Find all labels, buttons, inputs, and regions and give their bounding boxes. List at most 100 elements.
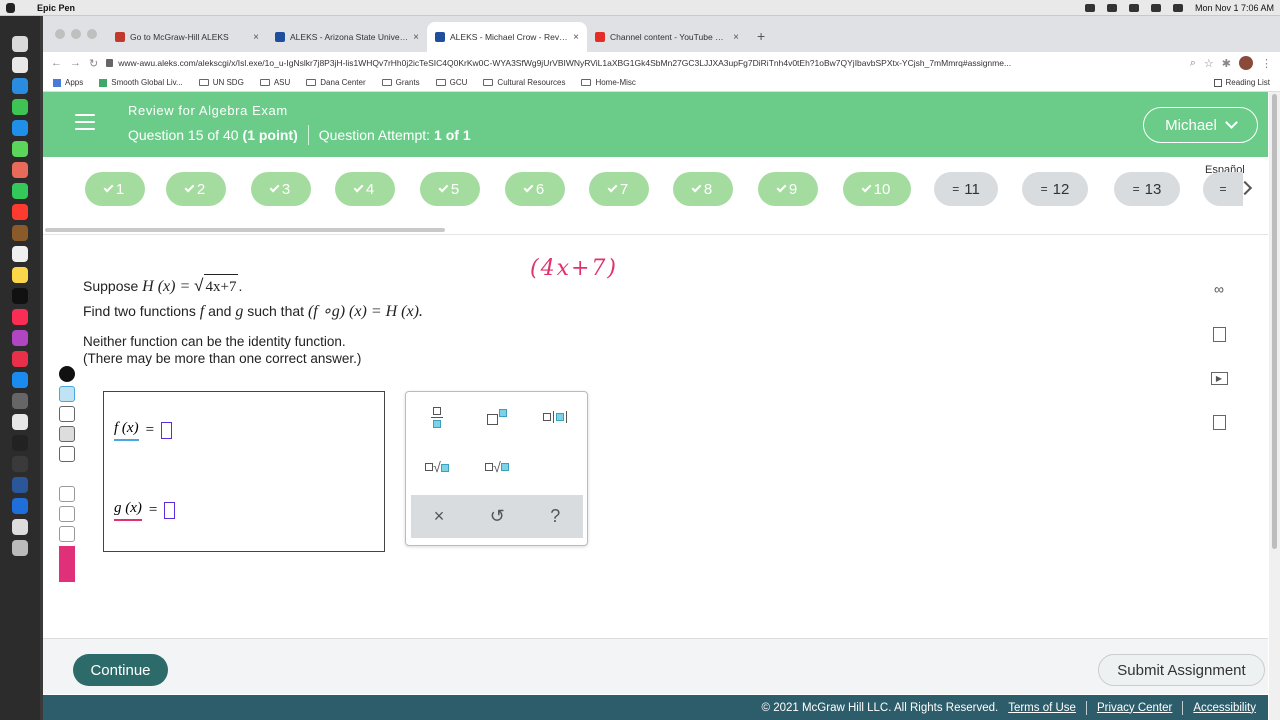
dock-app-icon[interactable] bbox=[12, 519, 28, 535]
question-pill-6[interactable]: 6 bbox=[505, 172, 565, 206]
undo-button[interactable]: ↺ bbox=[490, 506, 505, 527]
accessibility-link[interactable]: Accessibility bbox=[1193, 702, 1256, 714]
browser-tab[interactable]: Go to McGraw-Hill ALEKS × bbox=[107, 22, 267, 52]
scrollbar-thumb[interactable] bbox=[1272, 94, 1277, 549]
nth-root-button[interactable]: √ bbox=[479, 452, 515, 482]
tab-close-icon[interactable]: × bbox=[573, 32, 579, 43]
terms-link[interactable]: Terms of Use bbox=[1008, 702, 1076, 714]
dock-app-icon[interactable] bbox=[12, 162, 28, 178]
dock-app-icon[interactable] bbox=[12, 351, 28, 367]
bookmark-folder[interactable]: Grants bbox=[381, 78, 420, 87]
submit-assignment-button[interactable]: Submit Assignment bbox=[1098, 654, 1265, 686]
new-tab-button[interactable]: + bbox=[747, 28, 775, 52]
undo-icon[interactable] bbox=[59, 486, 75, 502]
dock-app-icon[interactable] bbox=[12, 372, 28, 388]
exponent-button[interactable] bbox=[479, 402, 515, 432]
close-window-button[interactable] bbox=[55, 29, 65, 39]
ebook-icon[interactable] bbox=[1212, 415, 1226, 430]
lock-icon[interactable] bbox=[106, 59, 114, 67]
bookmark-folder[interactable]: Home-Misc bbox=[581, 78, 636, 87]
dock-app-icon[interactable] bbox=[12, 267, 28, 283]
question-pill-1[interactable]: 1 bbox=[85, 172, 145, 206]
bookmark-folder[interactable]: GCU bbox=[435, 78, 467, 87]
browser-menu-icon[interactable]: ⋮ bbox=[1261, 57, 1272, 70]
dock-app-icon[interactable] bbox=[12, 288, 28, 304]
question-pill-4[interactable]: 4 bbox=[335, 172, 395, 206]
dock-app-icon[interactable] bbox=[12, 498, 28, 514]
f-answer-input[interactable] bbox=[161, 422, 173, 439]
browser-tab-active[interactable]: ALEKS - Michael Crow - Review × bbox=[427, 22, 587, 52]
dock-app-icon[interactable] bbox=[12, 141, 28, 157]
glasses-icon[interactable]: ∞ bbox=[1210, 281, 1228, 297]
browser-tab[interactable]: ALEKS - Arizona State University × bbox=[267, 22, 427, 52]
dock-app-icon[interactable] bbox=[12, 414, 28, 430]
question-pill-2[interactable]: 2 bbox=[166, 172, 226, 206]
bookmark-item[interactable]: Smooth Global Liv... bbox=[99, 78, 183, 87]
tab-close-icon[interactable]: × bbox=[413, 32, 419, 43]
bookmark-folder[interactable]: UN SDG bbox=[198, 78, 244, 87]
battery-icon[interactable] bbox=[1150, 3, 1161, 12]
back-icon[interactable]: ← bbox=[51, 57, 62, 69]
question-pill-3[interactable]: 3 bbox=[251, 172, 311, 206]
apple-icon[interactable] bbox=[6, 2, 15, 13]
dock-app-icon[interactable] bbox=[12, 393, 28, 409]
horizontal-scrollbar[interactable] bbox=[45, 228, 445, 232]
continue-button[interactable]: Continue bbox=[73, 654, 168, 686]
reading-list[interactable]: Reading List bbox=[1213, 78, 1270, 87]
g-answer-input[interactable] bbox=[164, 502, 176, 519]
pen-logo-icon[interactable] bbox=[59, 366, 75, 382]
help-button[interactable]: ? bbox=[550, 506, 560, 527]
bookmark-star-icon[interactable]: ☆ bbox=[1204, 57, 1214, 70]
profile-avatar[interactable] bbox=[1239, 56, 1253, 70]
user-menu-button[interactable]: Michael bbox=[1143, 107, 1258, 143]
color-swatch[interactable] bbox=[59, 546, 75, 582]
forward-icon[interactable]: → bbox=[70, 57, 81, 69]
status-icon[interactable] bbox=[1084, 3, 1095, 12]
tab-close-icon[interactable]: × bbox=[253, 32, 259, 43]
maximize-window-button[interactable] bbox=[87, 29, 97, 39]
trash-icon[interactable] bbox=[12, 540, 28, 556]
dock-app-icon[interactable] bbox=[12, 435, 28, 451]
bookmark-apps[interactable]: Apps bbox=[53, 78, 83, 87]
dock-app-icon[interactable] bbox=[12, 183, 28, 199]
question-pill-10[interactable]: 10 bbox=[843, 172, 911, 206]
clipboard-icon[interactable] bbox=[59, 526, 75, 542]
dock-app-icon[interactable] bbox=[12, 477, 28, 493]
dock-app-icon[interactable] bbox=[12, 309, 28, 325]
vertical-scrollbar[interactable] bbox=[1269, 92, 1280, 720]
menubar-clock[interactable]: Mon Nov 1 7:06 AM bbox=[1195, 3, 1274, 13]
url-field[interactable]: www-awu.aleks.com/alekscgi/x/Isl.exe/1o_… bbox=[106, 54, 1182, 72]
pen-icon[interactable] bbox=[59, 426, 75, 442]
bookmark-folder[interactable]: ASU bbox=[259, 78, 290, 87]
question-pill-9[interactable]: 9 bbox=[758, 172, 818, 206]
question-pill-7[interactable]: 7 bbox=[589, 172, 649, 206]
active-app-name[interactable]: Epic Pen bbox=[37, 3, 75, 13]
dock-app-icon[interactable] bbox=[12, 330, 28, 346]
tab-close-icon[interactable]: × bbox=[733, 32, 739, 43]
cursor-icon[interactable] bbox=[59, 406, 75, 422]
eye-icon[interactable] bbox=[59, 386, 75, 402]
trash-icon[interactable] bbox=[59, 506, 75, 522]
question-pill-partial[interactable]: = bbox=[1203, 172, 1243, 206]
bookmark-folder[interactable]: Cultural Resources bbox=[483, 78, 565, 87]
hamburger-menu-icon[interactable] bbox=[75, 114, 95, 130]
highlighter-icon[interactable] bbox=[59, 446, 75, 462]
dock-app-icon[interactable] bbox=[12, 99, 28, 115]
question-pill-11[interactable]: = 11 bbox=[934, 172, 998, 206]
dock-app-icon[interactable] bbox=[12, 456, 28, 472]
question-pill-12[interactable]: = 12 bbox=[1022, 172, 1088, 206]
dock-app-icon[interactable] bbox=[12, 78, 28, 94]
dock-app-icon[interactable] bbox=[12, 36, 28, 52]
status-icon[interactable] bbox=[1106, 3, 1117, 12]
sqrt-button[interactable]: √ bbox=[419, 452, 455, 482]
dock-app-icon[interactable] bbox=[12, 204, 28, 220]
dock-app-icon[interactable] bbox=[12, 120, 28, 136]
dock-app-icon[interactable] bbox=[12, 246, 28, 262]
zoom-icon[interactable]: ⌕ bbox=[1190, 57, 1196, 70]
bookmark-folder[interactable]: Dana Center bbox=[306, 78, 366, 87]
question-pill-13[interactable]: = 13 bbox=[1114, 172, 1180, 206]
dock-app-icon[interactable] bbox=[12, 57, 28, 73]
reload-icon[interactable]: ↻ bbox=[89, 57, 98, 70]
question-pill-8[interactable]: 8 bbox=[673, 172, 733, 206]
video-icon[interactable]: ▶ bbox=[1210, 372, 1228, 385]
